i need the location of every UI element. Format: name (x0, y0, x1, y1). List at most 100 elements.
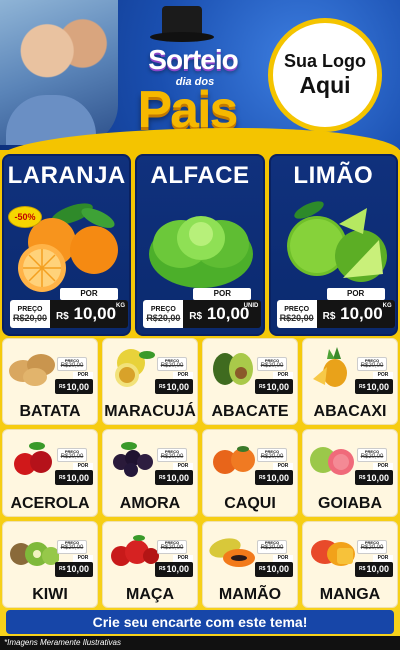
product-card[interactable]: PREÇO R$20,00 POR R$ 10,00 MAÇA (102, 520, 198, 608)
currency: R$ (159, 474, 166, 481)
product-name: MANGA (319, 586, 381, 603)
currency: R$ (259, 474, 266, 481)
old-price: R$20,00 (360, 453, 384, 460)
product-card[interactable]: PREÇO R$20,00 POR R$ 10,00 MARACUJÁ (102, 338, 198, 426)
featured-card[interactable]: LARANJA -50% POR PREÇO R$20,00 R$ 10,00 … (2, 154, 132, 336)
old-price: R$20,00 (160, 362, 184, 369)
por-label: POR (173, 463, 193, 471)
old-price-label: PREÇO (284, 305, 310, 313)
price: 10,00 (66, 381, 89, 392)
product-card[interactable]: PREÇO R$20,00 POR R$ 10,00 GOIABA (302, 429, 398, 517)
product-card[interactable]: PREÇO R$20,00 POR R$ 10,00 ABACATE (202, 338, 298, 426)
product-name: KIWI (32, 586, 68, 603)
currency: R$ (359, 383, 366, 390)
top-hat-icon (150, 6, 214, 46)
price-tag: PREÇO R$20,00 POR R$ 10,00 (155, 357, 193, 403)
product-name: ALFACE (150, 162, 250, 189)
product-name: MARACUJÁ (104, 403, 196, 421)
discount-badge: -50% (8, 206, 42, 228)
price-tag: PREÇO R$20,00 POR R$ 10,00 (155, 539, 193, 586)
por-label: POR (73, 554, 93, 562)
featured-row: LARANJA -50% POR PREÇO R$20,00 R$ 10,00 … (2, 154, 398, 336)
unit: KG (116, 303, 125, 309)
unit: KG (382, 303, 392, 309)
logo-placeholder[interactable]: Sua Logo Aqui (268, 18, 382, 132)
product-card[interactable]: PREÇO R$20,00 POR R$ 10,00 AMORA (102, 429, 198, 517)
price: 10,00 (366, 564, 389, 575)
por-label: POR (73, 372, 93, 379)
old-price: R$20,00 (60, 362, 84, 369)
price-tag: PREÇO R$20,00 POR R$ 10,00 (55, 357, 93, 403)
product-card[interactable]: PREÇO R$20,00 POR R$ 10,00 MANGA (302, 520, 398, 608)
price: 10,00 (340, 304, 383, 323)
price: 10,00 (266, 381, 289, 392)
currency: R$ (55, 311, 69, 322)
price: 10,00 (73, 304, 117, 323)
persimmon-icon (213, 446, 255, 475)
lime-icon (286, 201, 387, 282)
product-name: MAÇA (126, 586, 174, 603)
product-name: BATATA (19, 403, 81, 421)
price-tag: PREÇO R$20,00 POR R$ 10,00 (355, 539, 393, 586)
featured-card[interactable]: LIMÃO POR PREÇO R$20,00 R$ 10,00 KG (268, 154, 398, 336)
currency: R$ (359, 566, 366, 573)
passion-fruit-icon (115, 349, 155, 387)
avocado-icon (213, 353, 253, 385)
currency: R$ (259, 566, 266, 573)
currency: R$ (59, 474, 66, 481)
old-price: R$20,00 (260, 453, 284, 460)
mango-icon (311, 539, 355, 566)
old-price: R$20,00 (160, 545, 184, 552)
price: 10,00 (66, 564, 89, 575)
apple-icon (111, 534, 159, 566)
featured-card[interactable]: ALFACE POR PREÇO R$20,00 R$ 10,00 UNID (135, 154, 265, 336)
guava-icon (310, 447, 354, 476)
price-tag: PREÇO R$20,00 POR R$ 10,00 (255, 539, 293, 586)
product-card[interactable]: PREÇO R$20,00 POR R$ 10,00 ACEROLA (2, 429, 98, 517)
create-flyer-button[interactable]: Crie seu encarte com este tema! (6, 610, 394, 634)
price-tag: PREÇO R$20,00 POR R$ 10,00 (255, 357, 293, 403)
por-label: POR (326, 288, 385, 300)
old-price: R$20,00 (260, 362, 284, 369)
kiwi-icon (10, 541, 59, 566)
product-card[interactable]: PREÇO R$20,00 POR R$ 10,00 BATATA (2, 338, 98, 426)
price: 10,00 (166, 472, 189, 483)
por-label: POR (273, 372, 293, 379)
price: 10,00 (366, 381, 389, 392)
blackberry-icon (113, 442, 153, 478)
price-tag: PREÇO R$20,00 POR R$ 10,00 (355, 357, 393, 403)
price-tag: POR PREÇO R$20,00 R$ 10,00 KG (276, 288, 395, 330)
father-child-photo (0, 0, 118, 145)
por-label: POR (273, 463, 293, 471)
product-card[interactable]: PREÇO R$20,00 POR R$ 10,00 KIWI (2, 520, 98, 608)
disclaimer-text: *Imagens Meramente Ilustrativas (0, 636, 400, 650)
product-card[interactable]: PREÇO R$20,00 POR R$ 10,00 ABACAXI (302, 338, 398, 426)
price: 10,00 (66, 472, 89, 483)
logo-line1: Sua Logo (284, 51, 366, 71)
por-label: POR (173, 372, 193, 379)
currency: R$ (259, 383, 266, 390)
product-card[interactable]: PREÇO R$20,00 POR R$ 10,00 CAQUI (202, 429, 298, 517)
product-card[interactable]: PREÇO R$20,00 POR R$ 10,00 MAMÃO (202, 520, 298, 608)
price: 10,00 (166, 564, 189, 575)
por-label: POR (373, 372, 393, 379)
product-name: CAQUI (224, 494, 276, 512)
product-name: LARANJA (7, 162, 126, 189)
product-name: ACEROLA (10, 494, 90, 512)
old-price: R$20,00 (360, 362, 384, 369)
price: 10,00 (166, 381, 189, 392)
old-price: R$20,00 (12, 312, 48, 323)
price-tag: POR PREÇO R$20,00 R$ 10,00 UNID (143, 288, 262, 330)
flyer-page: Sorteio dia dos Pais Sua Logo Aqui LARAN… (0, 0, 400, 650)
product-name: GOIABA (318, 494, 382, 512)
old-price-label: PREÇO (17, 305, 43, 313)
currency: R$ (59, 566, 66, 573)
logo-line2: Aqui (299, 72, 351, 98)
por-label: POR (73, 463, 93, 471)
currency: R$ (189, 311, 203, 322)
potato-icon (9, 354, 55, 386)
product-name: MAMÃO (218, 586, 282, 603)
product-name: AMORA (119, 494, 181, 512)
unit: UNID (243, 303, 259, 309)
price: 10,00 (266, 564, 289, 575)
